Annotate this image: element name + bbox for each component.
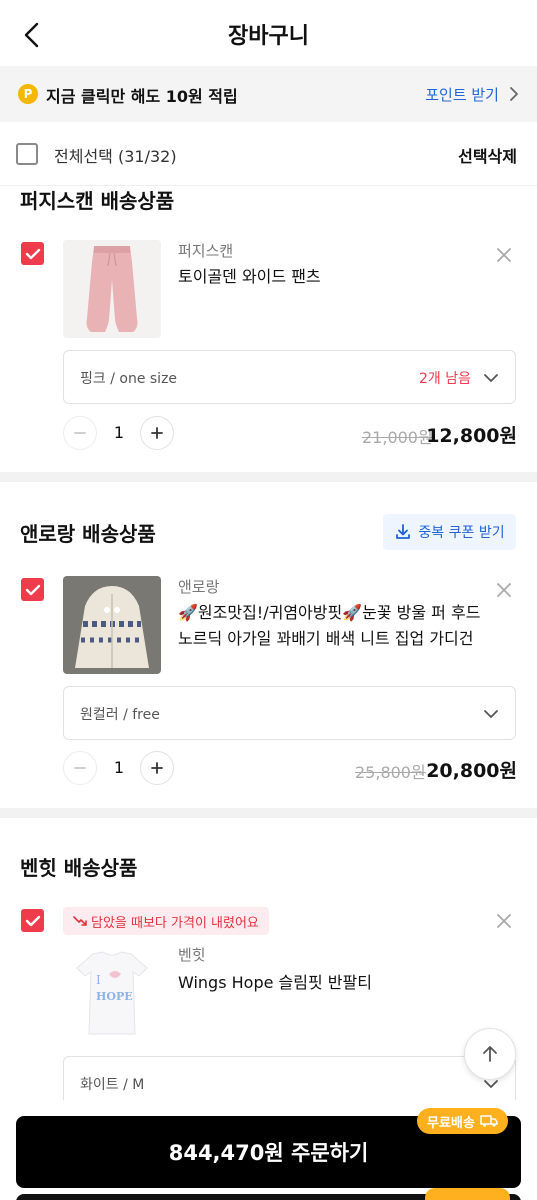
seller-title: 앤로랑 배송상품 <box>20 522 156 546</box>
remove-item-button[interactable] <box>492 909 516 933</box>
price-drop-badge: 담았을 때보다 가격이 내렸어요 <box>63 907 269 935</box>
product-brand[interactable]: 벤힛 <box>178 944 206 965</box>
point-banner-text: 지금 클릭만 해도 10원 적립 <box>46 87 238 106</box>
chevron-down-icon <box>484 710 498 718</box>
product-name[interactable]: 🚀원조맛집!/귀염아방핏🚀눈꽃 방울 퍼 후드 노르딕 아가일 꽈배기 배색 니… <box>178 600 498 652</box>
close-icon <box>497 583 511 597</box>
close-icon <box>497 914 511 928</box>
delete-selected-button[interactable]: 선택삭제 <box>458 143 517 167</box>
svg-text:I: I <box>96 973 101 987</box>
check-icon <box>25 584 40 595</box>
qty-decrease-button[interactable] <box>63 416 97 450</box>
product-image[interactable]: I HOPE <box>63 944 161 1042</box>
pink-pants-image <box>63 240 161 338</box>
get-coupon-button[interactable]: 중복 쿠폰 받기 <box>383 514 516 550</box>
point-coin-icon: P <box>18 84 38 104</box>
option-selector[interactable]: 원컬러 / free <box>63 686 516 740</box>
seller-title: 퍼지스캔 배송상품 <box>20 189 175 213</box>
trend-down-icon <box>73 916 87 926</box>
select-all-bar: 전체선택 (31/32) 선택삭제 <box>0 122 537 186</box>
header-bar: 장바구니 <box>0 0 537 66</box>
price-drop-text: 담았을 때보다 가격이 내렸어요 <box>91 915 259 931</box>
free-shipping-label: 무료배송 <box>427 1115 475 1131</box>
chevron-right-icon <box>510 87 518 101</box>
option-text: 원컬러 / free <box>80 707 160 723</box>
qty-increase-button[interactable] <box>140 416 174 450</box>
get-points-label: 포인트 받기 <box>425 85 499 104</box>
section-divider <box>0 808 537 818</box>
svg-text:HOPE: HOPE <box>96 990 133 1003</box>
product-brand[interactable]: 퍼지스캔 <box>178 240 233 261</box>
plus-icon <box>151 762 163 774</box>
remove-item-button[interactable] <box>492 578 516 602</box>
white-tshirt-image: I HOPE <box>63 944 161 1042</box>
sale-price: 12,800원 <box>426 425 517 447</box>
qty-value: 1 <box>113 423 125 442</box>
original-price: 21,000원 <box>362 428 433 447</box>
check-icon <box>25 248 40 259</box>
minus-icon <box>74 767 86 769</box>
chevron-down-icon <box>484 374 498 382</box>
option-text: 화이트 / M <box>80 1077 145 1093</box>
close-icon <box>497 248 511 262</box>
qty-value: 1 <box>113 758 125 777</box>
product-brand[interactable]: 앤로랑 <box>178 576 219 597</box>
option-text: 핑크 / one size <box>80 371 178 387</box>
bottom-order-bar: 844,470원 주문하기 무료배송 <box>0 1100 537 1200</box>
original-price: 25,800원 <box>355 763 426 782</box>
truck-icon <box>480 1115 498 1127</box>
point-banner[interactable]: P 지금 클릭만 해도 10원 적립 포인트 받기 <box>0 66 537 122</box>
arrow-up-icon <box>483 1046 497 1062</box>
download-icon <box>396 524 411 539</box>
qty-decrease-button[interactable] <box>63 751 97 785</box>
plus-icon <box>151 427 163 439</box>
remove-item-button[interactable] <box>492 243 516 267</box>
item-checkbox[interactable] <box>21 578 44 601</box>
free-shipping-badge: 무료배송 <box>417 1108 508 1134</box>
option-selector[interactable]: 핑크 / one size 2개 남음 <box>63 350 516 404</box>
sale-price: 20,800원 <box>426 760 517 782</box>
minus-icon <box>74 432 86 434</box>
select-all-checkbox[interactable] <box>16 143 38 165</box>
page-title: 장바구니 <box>228 24 309 49</box>
free-shipping-badge-shadow <box>425 1188 510 1200</box>
qty-increase-button[interactable] <box>140 751 174 785</box>
seller-title: 벤힛 배송상품 <box>20 856 138 880</box>
coupon-label: 중복 쿠폰 받기 <box>418 525 505 541</box>
item-checkbox[interactable] <box>21 909 44 932</box>
product-name[interactable]: Wings Hope 슬림핏 반팔티 <box>178 970 498 996</box>
knit-cardigan-image <box>63 576 161 674</box>
select-all-label[interactable]: 전체선택 (31/32) <box>54 143 177 167</box>
product-name[interactable]: 토이골덴 와이드 팬츠 <box>178 264 498 290</box>
scroll-to-top-button[interactable] <box>464 1028 516 1080</box>
product-image[interactable] <box>63 240 161 338</box>
check-icon <box>25 915 40 926</box>
product-image[interactable] <box>63 576 161 674</box>
item-checkbox[interactable] <box>21 242 44 265</box>
section-divider <box>0 472 537 482</box>
stock-warning: 2개 남음 <box>419 371 471 387</box>
get-points-link[interactable]: 포인트 받기 <box>425 80 519 108</box>
